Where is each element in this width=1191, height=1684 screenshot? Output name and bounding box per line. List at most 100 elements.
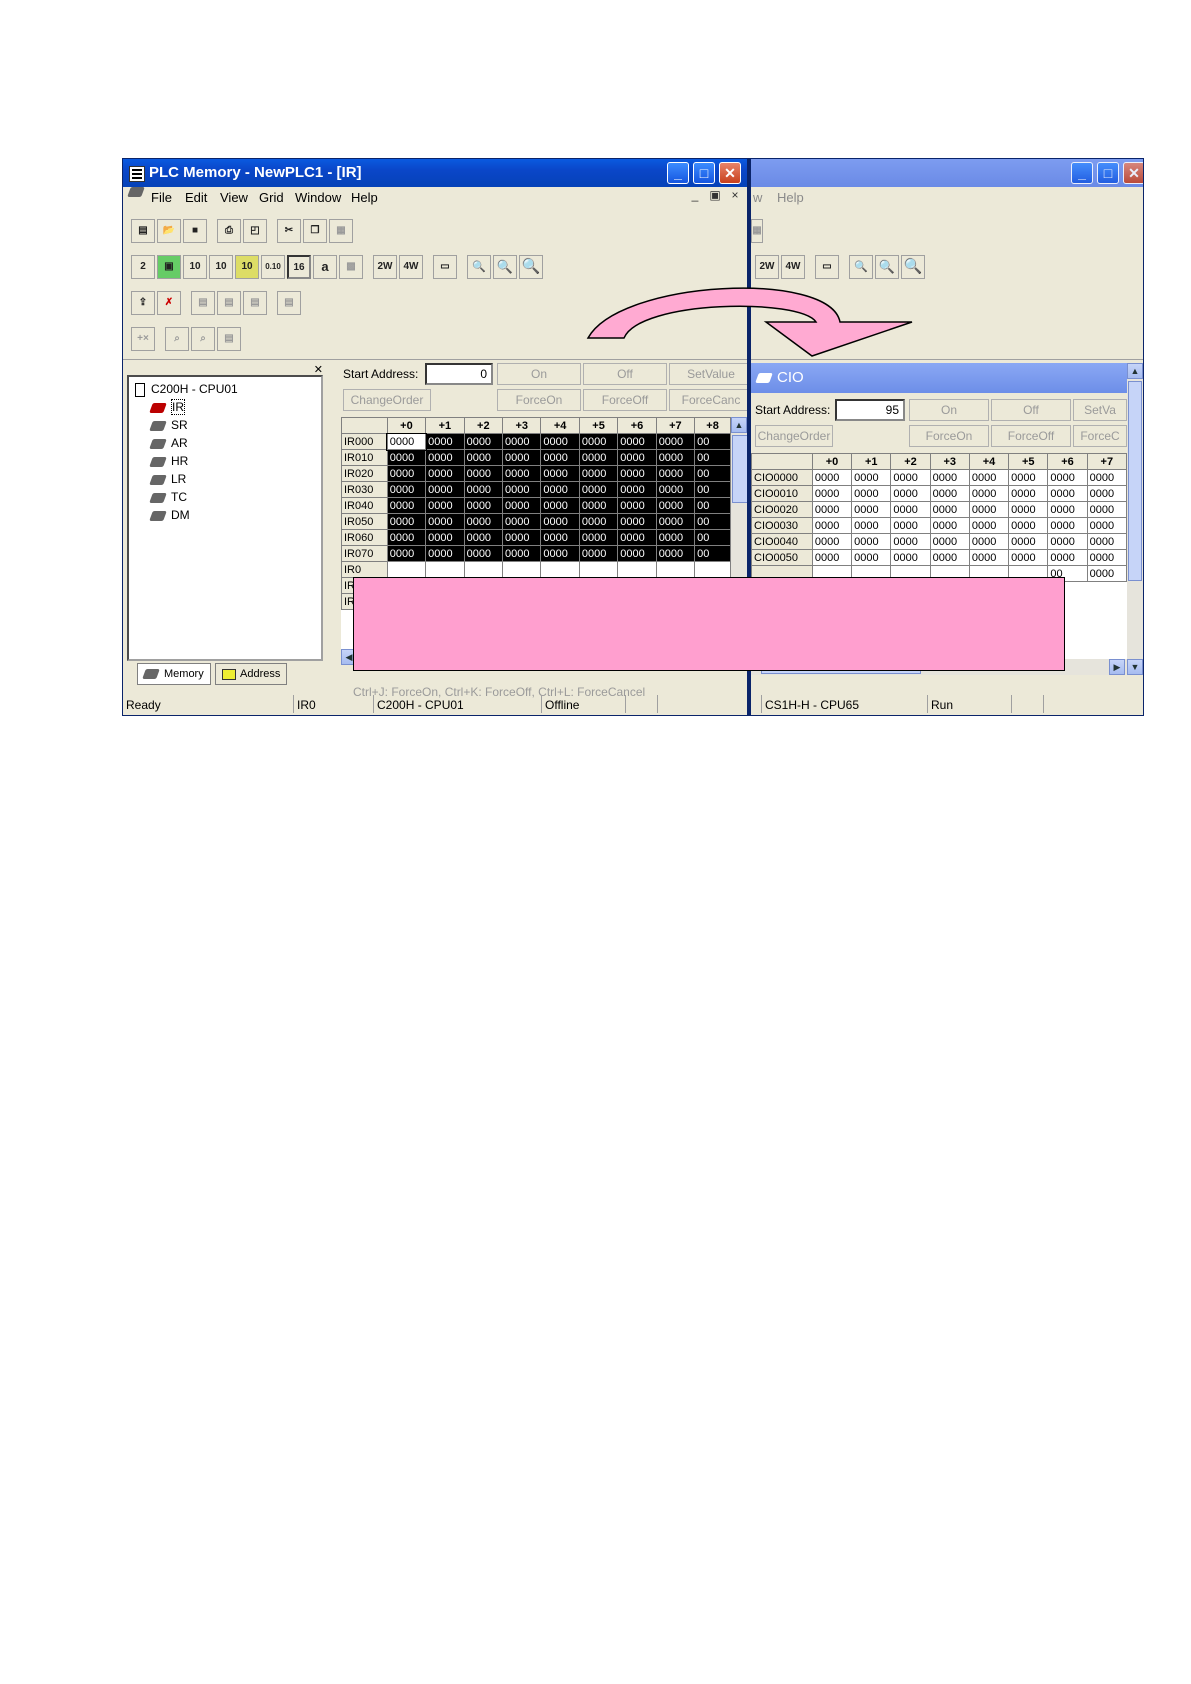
- clear-memory-icon[interactable]: ▤: [277, 291, 301, 315]
- download-icon[interactable]: ▤: [217, 291, 241, 315]
- grid-cell[interactable]: 0000: [501, 465, 542, 482]
- grid-cell[interactable]: 00: [694, 433, 731, 450]
- grid-cell[interactable]: 0000: [540, 497, 580, 514]
- scroll-thumb[interactable]: [732, 435, 747, 503]
- grid-cell[interactable]: 0000: [578, 497, 619, 514]
- grid-cell[interactable]: 0000: [1047, 501, 1088, 518]
- grid-cell[interactable]: 0000: [425, 481, 465, 498]
- grid-cell[interactable]: 0000: [617, 481, 657, 498]
- ascii-display-button[interactable]: a: [313, 255, 337, 279]
- print-icon[interactable]: ⎙: [217, 219, 241, 243]
- new-window-icon[interactable]: ▤: [131, 219, 155, 243]
- grid-cell[interactable]: 0000: [386, 449, 427, 466]
- grid-cell[interactable]: 0000: [463, 529, 504, 546]
- grid-cell[interactable]: 0000: [655, 529, 696, 546]
- row-header[interactable]: IR030: [341, 481, 388, 498]
- grid-cell[interactable]: 0000: [968, 533, 1010, 550]
- grid-cell[interactable]: [578, 561, 619, 578]
- grid-cell[interactable]: 0000: [463, 545, 504, 562]
- grid-cell[interactable]: 0000: [968, 485, 1010, 502]
- grid-cell[interactable]: 0000: [811, 517, 853, 534]
- grid-cell[interactable]: 0000: [890, 485, 931, 502]
- grid-cell[interactable]: 0000: [811, 485, 853, 502]
- column-header[interactable]: +0: [811, 453, 853, 470]
- grid-cell[interactable]: 0000: [1047, 517, 1088, 534]
- monitor-icon[interactable]: ▭: [815, 255, 839, 279]
- grid-cell[interactable]: 0000: [968, 469, 1010, 486]
- force-cancel-button[interactable]: ForceCanc: [669, 389, 747, 411]
- title-bar[interactable]: PLC Memory - NewPLC1 - [IR] _ □ ✕: [123, 159, 747, 187]
- row-header[interactable]: IR040: [341, 497, 388, 514]
- grid-cell[interactable]: 0000: [1047, 549, 1088, 566]
- grid-cell[interactable]: 0000: [851, 517, 892, 534]
- grid-cell[interactable]: 0000: [1086, 501, 1127, 518]
- paste-icon[interactable]: ▦: [329, 219, 353, 243]
- column-header[interactable]: +0: [386, 417, 427, 434]
- tab-memory[interactable]: Memory: [137, 663, 211, 685]
- on-button[interactable]: On: [497, 363, 581, 385]
- signed-bcd-button[interactable]: 10: [235, 255, 259, 279]
- grid-cell[interactable]: 0000: [617, 545, 657, 562]
- save-icon[interactable]: ■: [183, 219, 207, 243]
- grid-cell[interactable]: 0000: [968, 517, 1010, 534]
- grid-cell[interactable]: 00: [694, 449, 731, 466]
- grid-cell[interactable]: 0000: [463, 513, 504, 530]
- grid-cell[interactable]: 0000: [578, 513, 619, 530]
- tree-item-hr[interactable]: HR: [149, 453, 188, 469]
- column-header[interactable]: +3: [929, 453, 970, 470]
- menu-file[interactable]: File: [151, 187, 172, 209]
- row-header[interactable]: IR010: [341, 449, 388, 466]
- tree-item-sr[interactable]: SR: [149, 417, 188, 433]
- grid-cell[interactable]: 0000: [540, 449, 580, 466]
- menu-edit[interactable]: Edit: [185, 187, 207, 209]
- grid-cell[interactable]: [540, 561, 580, 578]
- grid-cell[interactable]: 0000: [501, 513, 542, 530]
- grid-cell[interactable]: 0000: [425, 449, 465, 466]
- find-next-icon[interactable]: ⌕: [191, 327, 215, 351]
- grid-cell[interactable]: 0000: [811, 469, 853, 486]
- grid-cell[interactable]: 0000: [811, 501, 853, 518]
- upload-icon[interactable]: ▤: [191, 291, 215, 315]
- row-header[interactable]: CIO0050: [751, 549, 813, 566]
- mdi-minimize-button[interactable]: _: [687, 187, 703, 203]
- grid-cell[interactable]: 00: [694, 513, 731, 530]
- grid-cell[interactable]: 0000: [1086, 469, 1127, 486]
- row-header[interactable]: IR070: [341, 545, 388, 562]
- row-header[interactable]: CIO0000: [751, 469, 813, 486]
- tree-item-lr[interactable]: LR: [149, 471, 186, 487]
- change-order-button[interactable]: ChangeOrder: [343, 389, 431, 411]
- grid-cell[interactable]: 0000: [1008, 549, 1049, 566]
- tree-root[interactable]: C200H - CPU01: [135, 381, 238, 397]
- grid-cell[interactable]: 0000: [617, 529, 657, 546]
- column-header[interactable]: +4: [540, 417, 580, 434]
- grid-cell[interactable]: 0000: [1047, 485, 1088, 502]
- scroll-thumb[interactable]: [1128, 381, 1142, 581]
- on-button[interactable]: On: [909, 399, 989, 421]
- grid-cell[interactable]: 0000: [655, 465, 696, 482]
- grid-cell[interactable]: 0000: [501, 433, 542, 450]
- grid-cell[interactable]: 0000: [578, 449, 619, 466]
- grid-cell[interactable]: 0000: [1008, 469, 1049, 486]
- grid-cell[interactable]: 0000: [929, 549, 970, 566]
- grid-cell[interactable]: 0000: [425, 545, 465, 562]
- grid-cell[interactable]: 0000: [1086, 517, 1127, 534]
- grid-cell[interactable]: 0000: [540, 529, 580, 546]
- signed-decimal-button[interactable]: 10: [209, 255, 233, 279]
- menu-view[interactable]: View: [220, 187, 248, 209]
- column-header[interactable]: +6: [1047, 453, 1088, 470]
- grid-cell[interactable]: 0000: [1008, 517, 1049, 534]
- zoom-large-icon[interactable]: 🔍: [901, 255, 925, 279]
- tree-item-tc[interactable]: TC: [149, 489, 187, 505]
- tree-item-ir[interactable]: IR: [149, 399, 185, 415]
- grid-cell[interactable]: 0000: [463, 433, 504, 450]
- zoom-medium-icon[interactable]: 🔍: [875, 255, 899, 279]
- find-icon[interactable]: ⌕: [165, 327, 189, 351]
- print-preview-icon[interactable]: ◰: [243, 219, 267, 243]
- grid-cell[interactable]: 0000: [968, 501, 1010, 518]
- grid-cell[interactable]: 0000: [851, 469, 892, 486]
- grid-cell[interactable]: 0000: [929, 501, 970, 518]
- grid-cell[interactable]: 00: [694, 481, 731, 498]
- row-header[interactable]: CIO0010: [751, 485, 813, 502]
- grid-cell[interactable]: 0000: [968, 549, 1010, 566]
- grid-cell[interactable]: 0000: [851, 485, 892, 502]
